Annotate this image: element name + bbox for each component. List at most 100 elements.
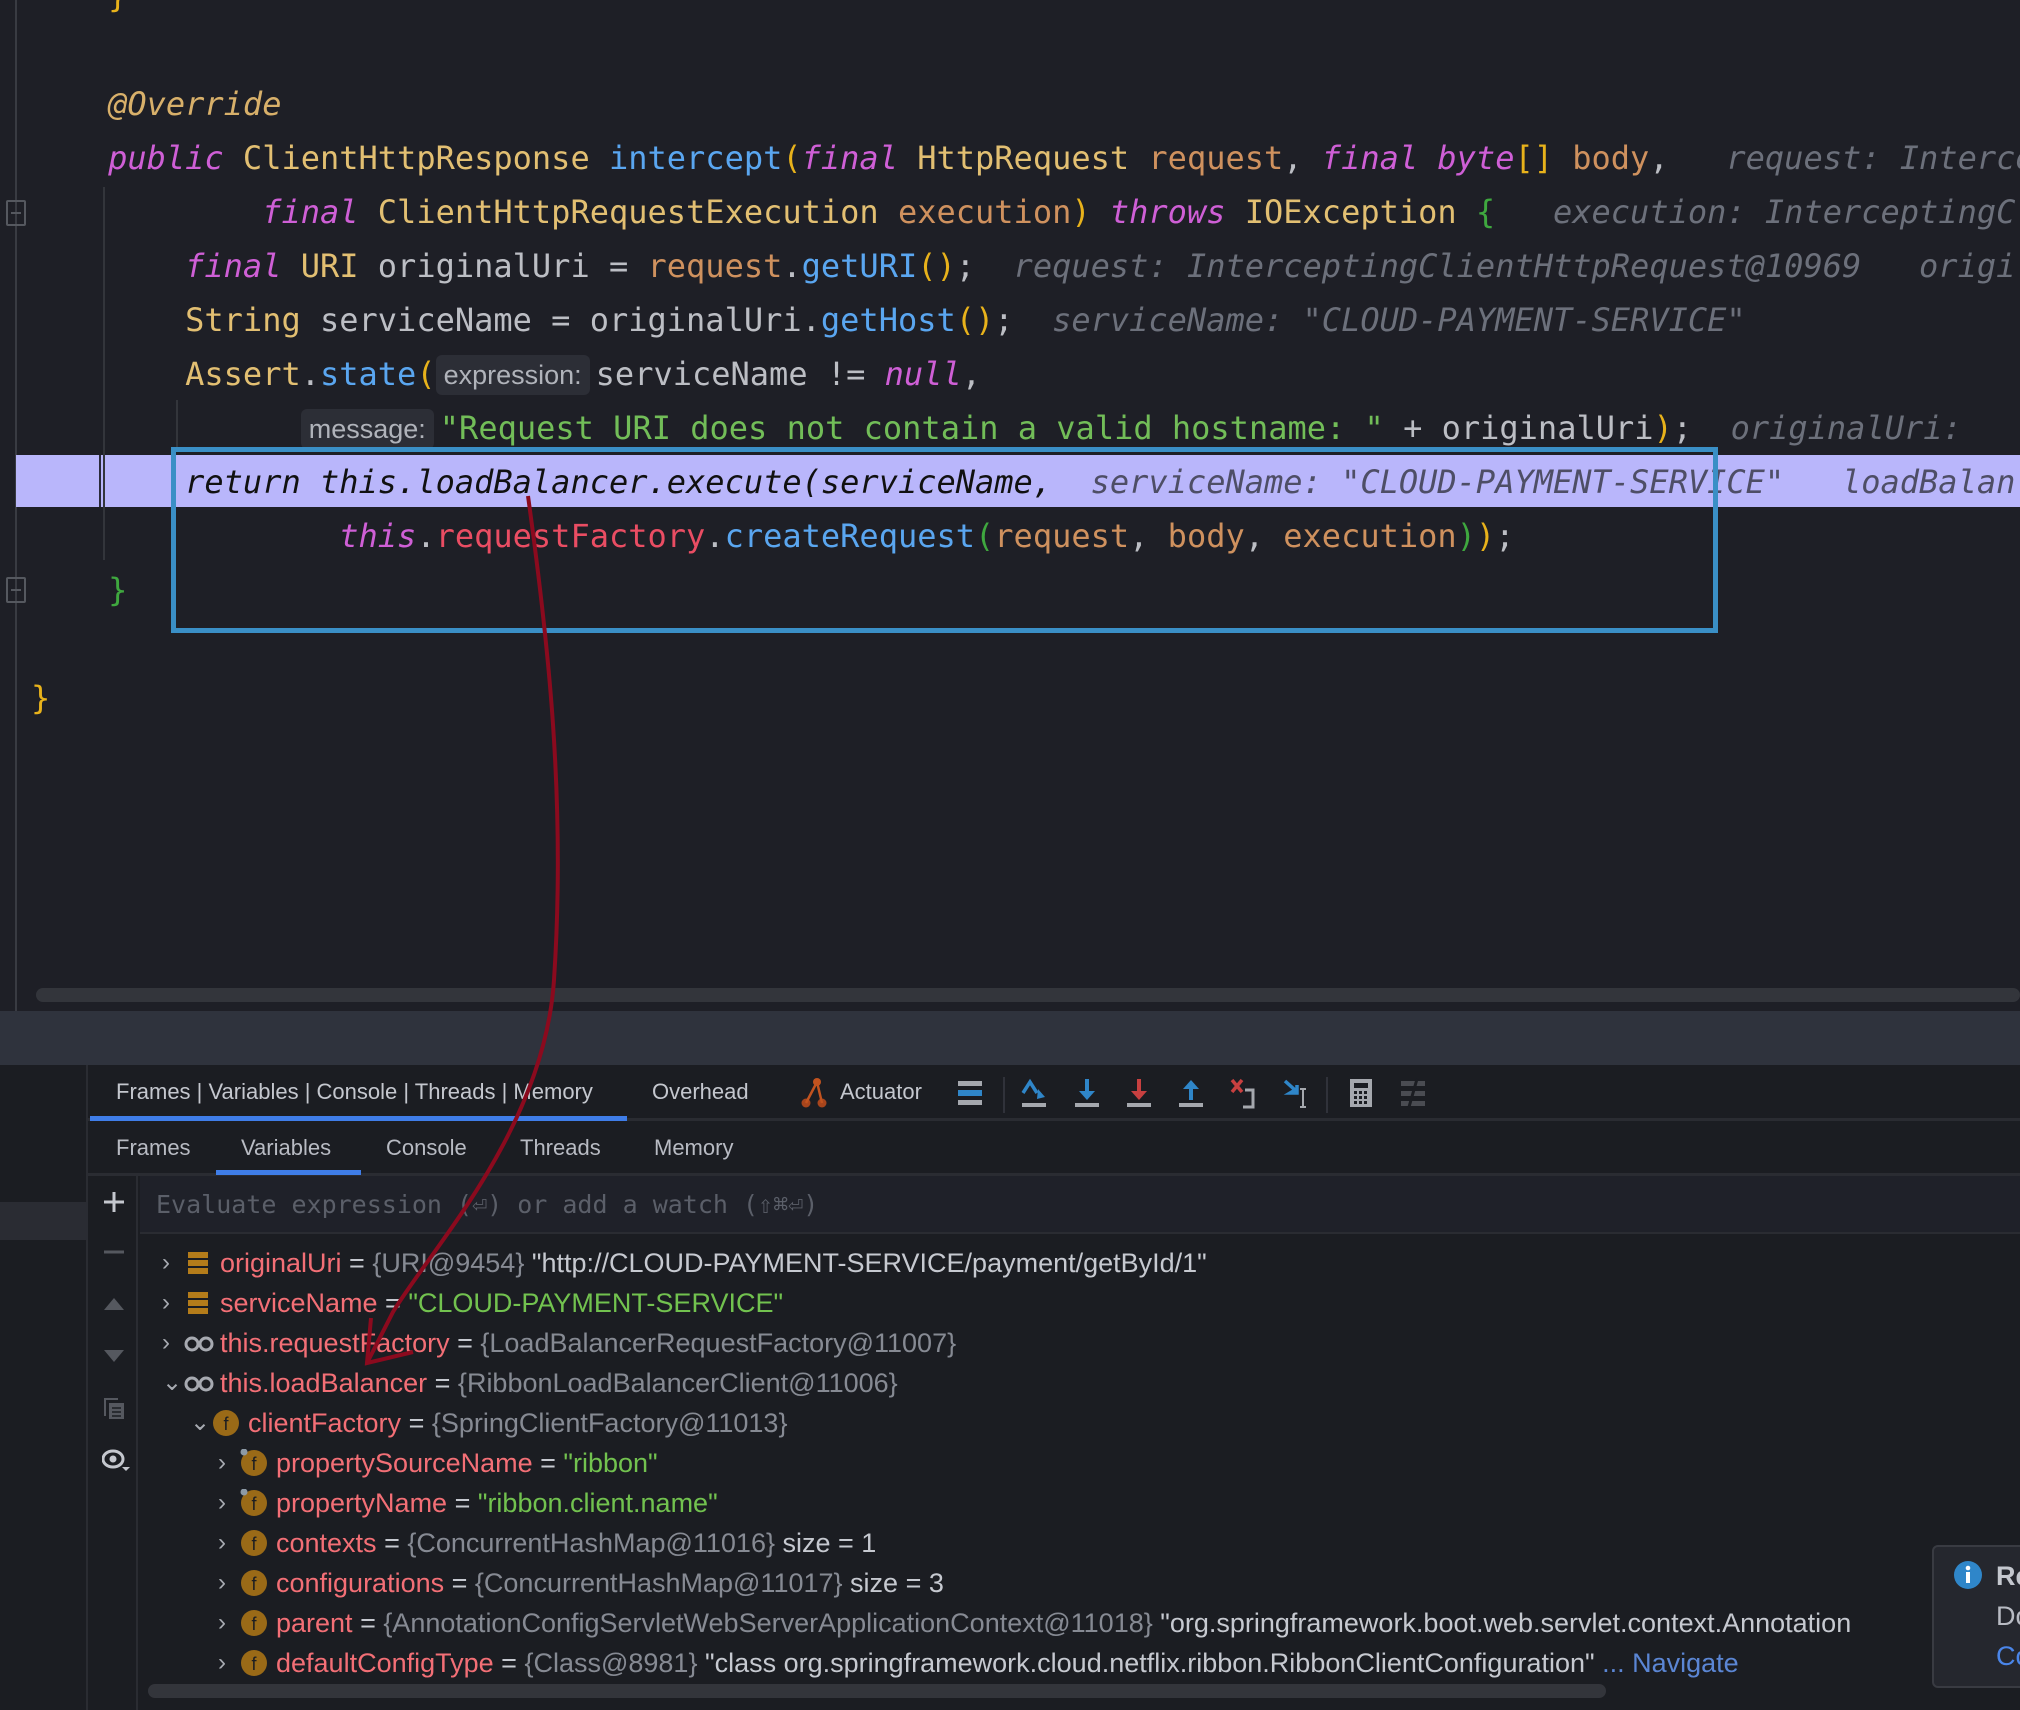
notification-link[interactable]: Co	[1996, 1641, 2020, 1672]
variable-row[interactable]: › f propertySourceName = "ribbon"	[218, 1443, 658, 1483]
code-line[interactable]: public ClientHttpResponse intercept(fina…	[31, 131, 2020, 185]
code-line[interactable]: final URI originalUri = request.getURI()…	[31, 239, 2020, 293]
variable-type: {ConcurrentHashMap@11016}	[407, 1528, 775, 1558]
parameter-hint: expression:	[435, 355, 590, 395]
code-line[interactable]	[31, 23, 2020, 77]
variable-row[interactable]: › f configurations = {ConcurrentHashMap@11…	[218, 1563, 944, 1603]
editor-horizontal-scrollbar[interactable]	[36, 988, 2020, 1002]
code-token: ()	[917, 247, 956, 285]
sidebar-selected-item[interactable]	[0, 1202, 88, 1240]
force-step-into-icon[interactable]	[1124, 1077, 1154, 1109]
chevron-right-icon[interactable]: ›	[218, 1603, 240, 1643]
fold-marker-icon[interactable]	[6, 577, 26, 603]
code-token: null	[884, 355, 962, 393]
variable-row[interactable]: ⌄ this.loadBalancer = {RibbonLoadBalancer…	[162, 1363, 898, 1403]
code-token: getHost	[820, 301, 956, 339]
subtab-console[interactable]: Console	[386, 1135, 467, 1161]
navigate-link[interactable]: ... Navigate	[1602, 1648, 1739, 1678]
panel-splitter[interactable]	[0, 1011, 2020, 1065]
show-watches-icon[interactable]	[102, 1448, 132, 1472]
code-token: ,	[961, 355, 981, 393]
annotation-highlight-box	[171, 447, 1718, 633]
variables-horizontal-scrollbar[interactable]	[148, 1684, 1606, 1698]
code-line[interactable]: String serviceName = originalUri.getHost…	[31, 293, 2020, 347]
variable-string-value: "ribbon"	[563, 1448, 658, 1478]
code-token: @Override	[108, 85, 282, 123]
variable-name: configurations	[276, 1568, 445, 1598]
variable-name: defaultConfigType	[276, 1648, 494, 1678]
add-watch-icon[interactable]	[102, 1190, 126, 1214]
variable-row[interactable]: › f propertyName = "ribbon.client.name"	[218, 1483, 718, 1523]
variable-row[interactable]: › serviceName = "CLOUD-PAYMENT-SERVICE"	[162, 1283, 783, 1323]
code-line[interactable]: }	[31, 0, 2020, 23]
variable-row[interactable]: › originalUri = {URI@9454} "http://CLOUD-…	[162, 1243, 1207, 1283]
subtab-threads[interactable]: Threads	[520, 1135, 601, 1161]
chevron-right-icon[interactable]: ›	[162, 1323, 184, 1363]
info-icon	[1954, 1561, 1982, 1589]
code-editor[interactable]: } @Override public ClientHttpResponse in…	[0, 0, 2020, 1011]
variable-row[interactable]: › f defaultConfigType = {Class@8981} "clas…	[218, 1643, 1739, 1678]
chevron-right-icon[interactable]: ›	[218, 1443, 240, 1483]
variable-row[interactable]: › f contexts = {ConcurrentHashMap@11016} s…	[218, 1523, 876, 1563]
evaluate-expression-icon[interactable]	[1346, 1077, 1376, 1109]
evaluate-expression-input[interactable]	[156, 1184, 1856, 1224]
step-into-icon[interactable]	[1072, 1077, 1102, 1109]
code-token: execution	[897, 193, 1072, 231]
step-out-icon[interactable]	[1176, 1077, 1206, 1109]
code-token: (	[782, 139, 802, 177]
tab-overhead[interactable]: Overhead	[652, 1079, 749, 1105]
drop-frame-icon[interactable]	[1228, 1077, 1258, 1109]
code-token: serviceName !=	[595, 355, 885, 393]
field-icon: f	[212, 1408, 240, 1436]
move-up-icon[interactable]	[102, 1292, 126, 1316]
chevron-right-icon[interactable]: ›	[218, 1483, 240, 1523]
chevron-down-icon[interactable]: ⌄	[190, 1403, 212, 1443]
code-token: final	[1321, 139, 1419, 177]
notification-popup[interactable]: Re Do Co	[1932, 1545, 2020, 1688]
variable-type: {Class@8981}	[524, 1648, 698, 1678]
chevron-right-icon[interactable]: ›	[218, 1563, 240, 1603]
copy-icon[interactable]	[102, 1396, 126, 1420]
chevron-down-icon[interactable]: ⌄	[162, 1363, 184, 1403]
variable-row[interactable]: › this.requestFactory = {LoadBalancerRequ…	[162, 1323, 956, 1363]
toolbar-separator	[1003, 1077, 1005, 1113]
remove-watch-icon[interactable]	[102, 1240, 126, 1264]
static-field-icon: f	[240, 1448, 268, 1476]
chevron-right-icon[interactable]: ›	[162, 1283, 184, 1323]
trace-current-stream-icon[interactable]	[1398, 1077, 1428, 1109]
variable-row[interactable]: › f parent = {AnnotationConfigServletWebSe…	[218, 1603, 1851, 1643]
toolbar-separator	[1326, 1077, 1328, 1113]
step-over-icon[interactable]	[1019, 1077, 1049, 1109]
fold-marker-icon[interactable]	[6, 200, 26, 226]
equals-sign: =	[444, 1568, 475, 1598]
chevron-right-icon[interactable]: ›	[218, 1523, 240, 1563]
run-to-cursor-icon[interactable]	[1282, 1077, 1312, 1109]
code-line[interactable]: }	[31, 671, 2020, 725]
code-line[interactable]: final ClientHttpRequestExecution executi…	[31, 185, 2020, 239]
tab-debugger[interactable]: Frames | Variables | Console | Threads |…	[116, 1079, 593, 1105]
tab-actuator[interactable]: Actuator	[840, 1079, 922, 1105]
subtab-memory[interactable]: Memory	[654, 1135, 733, 1161]
code-line[interactable]: Assert.state(expression: serviceName != n…	[31, 347, 2020, 401]
chevron-right-icon[interactable]: ›	[218, 1643, 240, 1678]
variable-type: {URI@9454}	[372, 1248, 525, 1278]
subtab-frames[interactable]: Frames	[116, 1135, 191, 1161]
active-subtab-indicator	[216, 1170, 361, 1175]
code-line[interactable]: @Override	[31, 77, 2020, 131]
chevron-right-icon[interactable]: ›	[162, 1243, 184, 1283]
code-token: ClientHttpResponse	[242, 139, 590, 177]
equals-sign: =	[341, 1248, 373, 1278]
code-token: Assert	[185, 355, 301, 393]
show-frames-icon[interactable]	[955, 1077, 985, 1109]
code-token: {	[1475, 193, 1496, 231]
variable-row[interactable]: ⌄ f clientFactory = {SpringClientFactory@1…	[190, 1403, 787, 1443]
subtab-variables[interactable]: Variables	[241, 1135, 331, 1161]
move-down-icon[interactable]	[102, 1344, 126, 1368]
code-token: serviceName = originalUri.	[300, 301, 821, 339]
